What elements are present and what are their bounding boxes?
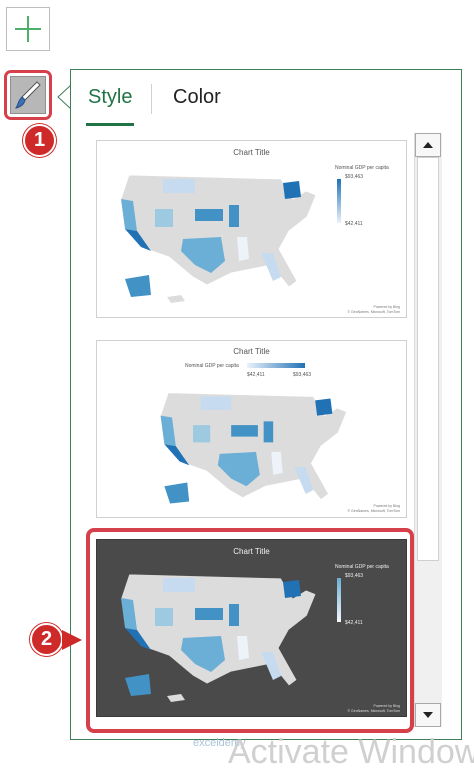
thumb2-credit-2: © GeoNames, Microsoft, TomTom [347, 509, 401, 513]
tab-style-underline [86, 123, 134, 126]
thumb1-legend-gradient [337, 179, 341, 223]
selected-style-highlight [86, 528, 414, 733]
thumb1-legend-max: $93,463 [345, 174, 364, 180]
tab-divider [151, 84, 152, 114]
tab-style-label: Style [88, 86, 133, 108]
step-badge-2-label: 2 [40, 628, 53, 650]
thumb1-title: Chart Title [233, 148, 270, 157]
thumb2-legend-gradient [247, 363, 305, 368]
thumb2-legend-title: Nominal GDP per capita [185, 363, 239, 369]
thumb1-credit-1: Powered by Bing [373, 305, 400, 309]
chevron-up-icon [423, 142, 433, 148]
tab-style[interactable]: Style [88, 86, 132, 109]
paintbrush-icon [14, 81, 41, 109]
chart-styles-button[interactable] [4, 70, 52, 120]
thumb1-legend-title: Nominal GDP per capita [335, 165, 389, 171]
step-badge-1: 1 [23, 124, 56, 157]
plus-icon [15, 16, 41, 42]
chart-style-thumbnail-2[interactable]: Chart Title Nominal GDP per capita $42,4… [96, 340, 407, 518]
thumb2-map [160, 392, 348, 504]
tab-color-label: Color [173, 86, 221, 108]
chart-style-thumbnail-1[interactable]: Chart Title Nominal GDP per capita $93,4… [96, 140, 407, 318]
thumb1-map [120, 174, 317, 303]
add-chart-element-button[interactable] [6, 7, 50, 51]
thumb2-legend-max: $93,463 [293, 372, 312, 378]
tab-color[interactable]: Color [173, 86, 221, 109]
step-badge-2: 2 [30, 623, 63, 656]
chevron-down-icon [423, 712, 433, 718]
step-badge-1-label: 1 [33, 129, 46, 151]
activate-windows-watermark: Activate Window [228, 733, 474, 771]
badge-2-pointer [62, 630, 82, 650]
scroll-up-button[interactable] [415, 133, 441, 157]
thumb2-credit-1: Powered by Bing [373, 504, 400, 508]
scroll-down-button[interactable] [415, 703, 441, 727]
scroll-thumb[interactable] [417, 157, 439, 561]
thumb1-credit-2: © GeoNames, Microsoft, TomTom [347, 310, 401, 314]
thumb2-title: Chart Title [233, 347, 270, 356]
thumb2-legend-min: $42,411 [247, 372, 265, 378]
thumb1-legend-min: $42,411 [345, 221, 363, 227]
